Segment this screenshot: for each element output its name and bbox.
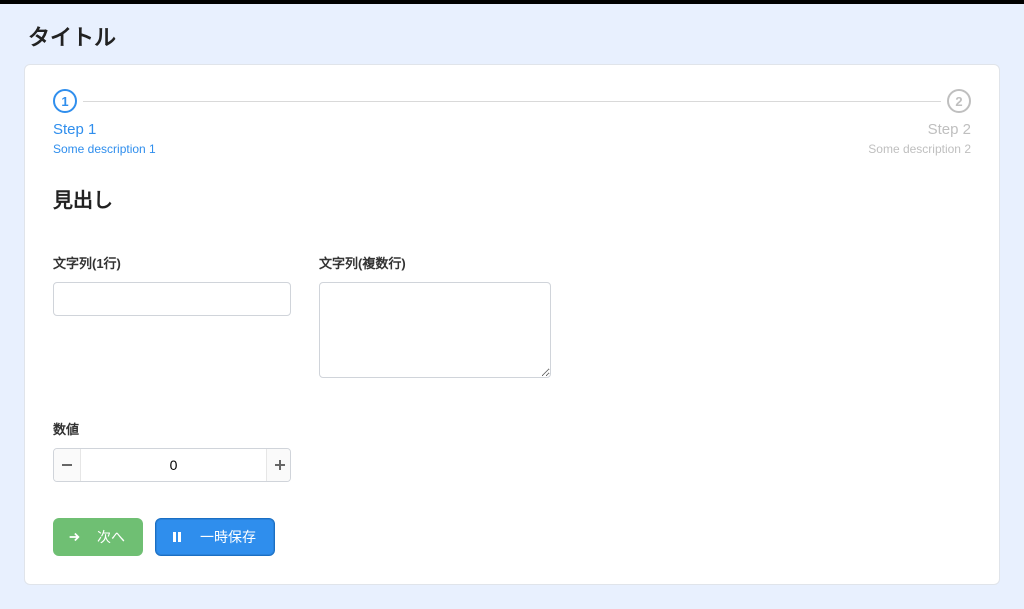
arrow-right-icon xyxy=(67,530,81,544)
step-2-title: Step 2 xyxy=(928,121,971,138)
step-1-badge: 1 xyxy=(53,89,77,113)
section-heading: 見出し xyxy=(53,184,971,213)
step-1-desc: Some description 1 xyxy=(53,142,156,156)
pause-icon xyxy=(170,530,184,544)
step-1[interactable]: 1 Step 1 Some description 1 xyxy=(53,89,193,156)
step-2[interactable]: 2 Step 2 Some description 2 xyxy=(831,89,971,156)
number-increment-button[interactable] xyxy=(266,449,291,481)
text-single-label: 文字列(1行) xyxy=(53,253,291,272)
step-indicator: 1 Step 1 Some description 1 2 Step 2 Som… xyxy=(53,89,971,156)
text-multi-label: 文字列(複数行) xyxy=(319,253,551,272)
page-title: タイトル xyxy=(0,4,1024,64)
step-1-title: Step 1 xyxy=(53,121,96,138)
save-draft-button[interactable]: 一時保存 xyxy=(155,518,275,556)
number-stepper xyxy=(53,448,291,482)
step-2-desc: Some description 2 xyxy=(868,142,971,156)
step-2-badge: 2 xyxy=(947,89,971,113)
form-card: 1 Step 1 Some description 1 2 Step 2 Som… xyxy=(24,64,1000,585)
action-bar: 次へ 一時保存 xyxy=(53,518,971,556)
plus-icon xyxy=(273,458,287,472)
text-multi-input[interactable] xyxy=(319,282,551,378)
field-text-multi: 文字列(複数行) xyxy=(319,253,551,383)
number-input[interactable] xyxy=(81,449,266,481)
number-decrement-button[interactable] xyxy=(54,449,81,481)
next-button-label: 次へ xyxy=(97,527,125,547)
text-single-input[interactable] xyxy=(53,282,291,316)
field-text-single: 文字列(1行) xyxy=(53,253,291,383)
step-connector xyxy=(83,101,941,102)
save-draft-button-label: 一時保存 xyxy=(200,527,256,547)
number-label: 数値 xyxy=(53,419,291,438)
minus-icon xyxy=(60,458,74,472)
next-button[interactable]: 次へ xyxy=(53,518,143,556)
field-number: 数値 xyxy=(53,419,291,482)
